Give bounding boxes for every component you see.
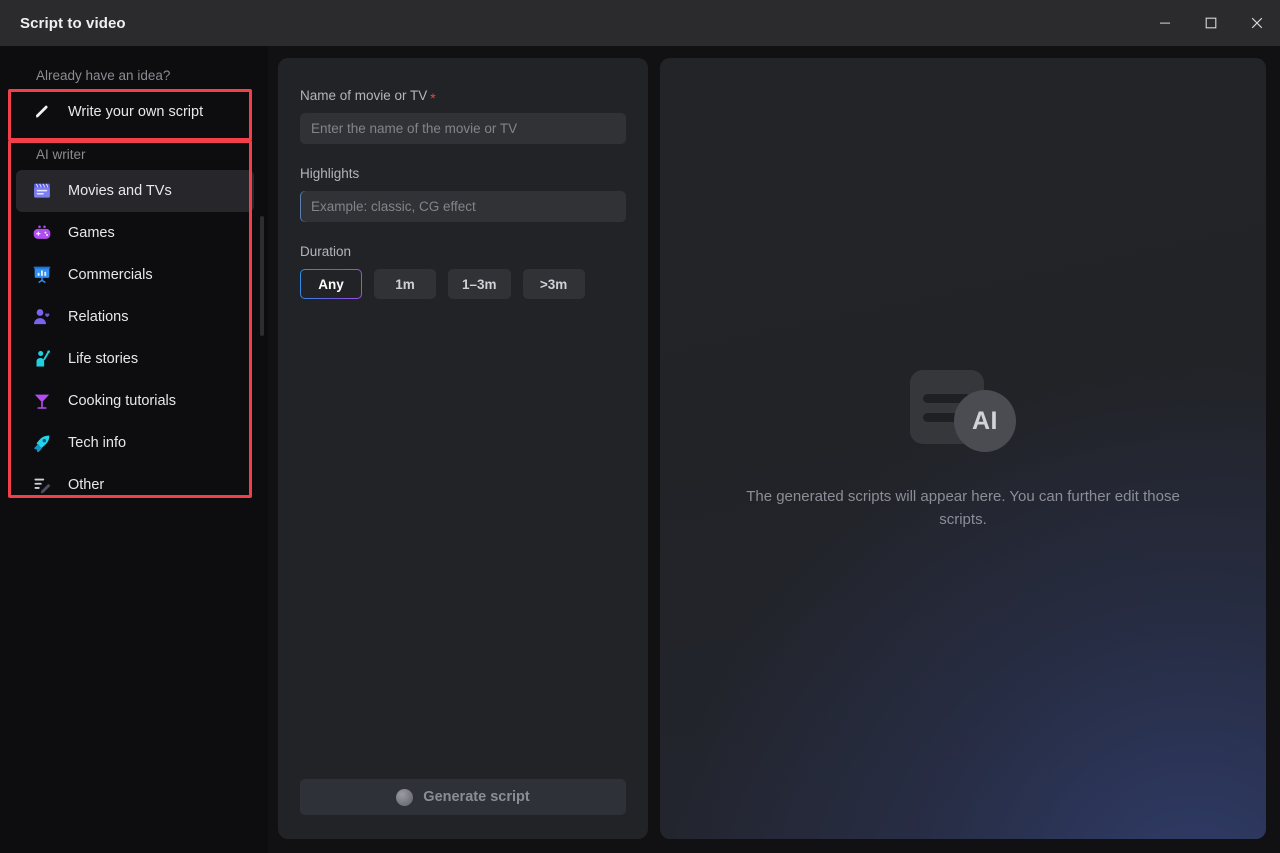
script-to-video-window: Script to video Already have an idea? Wr… [0, 0, 1280, 853]
duration-option-1-3m[interactable]: 1–3m [448, 269, 511, 299]
script-options-panel: Name of movie or TV * Highlights Duratio… [278, 58, 648, 839]
ai-badge: AI [954, 390, 1016, 453]
ai-writer-section-label: AI writer [36, 147, 86, 162]
maximize-icon [1205, 17, 1217, 29]
minimize-icon [1160, 22, 1170, 24]
minimize-button[interactable] [1142, 0, 1188, 46]
sidebar-item-other[interactable]: Other [16, 464, 254, 506]
highlights-field-label-text: Highlights [300, 166, 360, 181]
required-marker: * [430, 89, 436, 106]
cocktail-glass-icon [32, 391, 52, 411]
duration-option-gt-3m[interactable]: >3m [522, 269, 585, 299]
highlights-input[interactable] [300, 191, 626, 222]
sidebar-item-cooking-tutorials[interactable]: Cooking tutorials [16, 380, 254, 422]
title-bar: Script to video [0, 0, 1280, 46]
generate-button-container: Generate script [300, 779, 626, 839]
sidebar-item-label: Commercials [68, 267, 153, 283]
duration-option-any[interactable]: Any [300, 269, 362, 299]
name-field-label-text: Name of movie or TV [300, 88, 428, 103]
gamepad-icon [32, 223, 52, 243]
script-output-panel: AI The generated scripts will appear her… [660, 58, 1266, 839]
sidebar-item-label: Tech info [68, 435, 127, 451]
sidebar-item-label: Games [68, 225, 115, 241]
ai-document-icon: AI [910, 366, 1016, 453]
window-title: Script to video [20, 14, 126, 32]
sidebar-item-movies-and-tvs[interactable]: Movies and TVs [16, 170, 254, 212]
sidebar-item-life-stories[interactable]: Life stories [16, 338, 254, 380]
window-controls [1142, 0, 1280, 46]
name-input[interactable] [300, 113, 626, 144]
output-empty-message: The generated scripts will appear here. … [746, 488, 1180, 528]
highlights-field-label: Highlights [300, 166, 626, 181]
close-button[interactable] [1234, 0, 1280, 46]
sidebar-item-write-your-own-script[interactable]: Write your own script [16, 91, 254, 133]
main-content: Name of movie or TV * Highlights Duratio… [268, 46, 1280, 853]
sidebar-item-label: Relations [68, 309, 129, 325]
name-field-label: Name of movie or TV * [300, 88, 626, 106]
duration-field-label: Duration [300, 244, 626, 259]
sidebar-scrollbar[interactable] [260, 216, 264, 336]
person-heart-icon [32, 307, 52, 327]
close-icon [1251, 17, 1263, 29]
generate-script-button[interactable]: Generate script [300, 779, 626, 815]
maximize-button[interactable] [1188, 0, 1234, 46]
pencil-icon [32, 102, 52, 122]
clapperboard-icon [32, 181, 52, 201]
sidebar-item-label: Life stories [68, 351, 139, 367]
sidebar-item-relations[interactable]: Relations [16, 296, 254, 338]
duration-option-1m[interactable]: 1m [374, 269, 436, 299]
sidebar-item-label: Write your own script [68, 104, 204, 120]
sidebar: Already have an idea? Write your own scr… [0, 46, 268, 853]
sidebar-item-commercials[interactable]: Commercials [16, 254, 254, 296]
idea-section-label: Already have an idea? [36, 68, 171, 83]
person-waving-icon [32, 349, 52, 369]
presentation-chart-icon [32, 265, 52, 285]
ai-credit-icon [396, 788, 414, 806]
sidebar-item-label: Other [68, 477, 105, 493]
sidebar-item-tech-info[interactable]: Tech info [16, 422, 254, 464]
sidebar-item-label: Cooking tutorials [68, 393, 176, 409]
sidebar-item-games[interactable]: Games [16, 212, 254, 254]
document-pen-icon [32, 475, 52, 495]
duration-options: Any 1m 1–3m >3m [300, 269, 626, 299]
sidebar-item-label: Movies and TVs [68, 183, 172, 199]
duration-field-label-text: Duration [300, 244, 352, 259]
generate-script-label: Generate script [423, 789, 530, 805]
body-area: Already have an idea? Write your own scr… [0, 46, 1280, 853]
rocket-icon [32, 433, 52, 453]
